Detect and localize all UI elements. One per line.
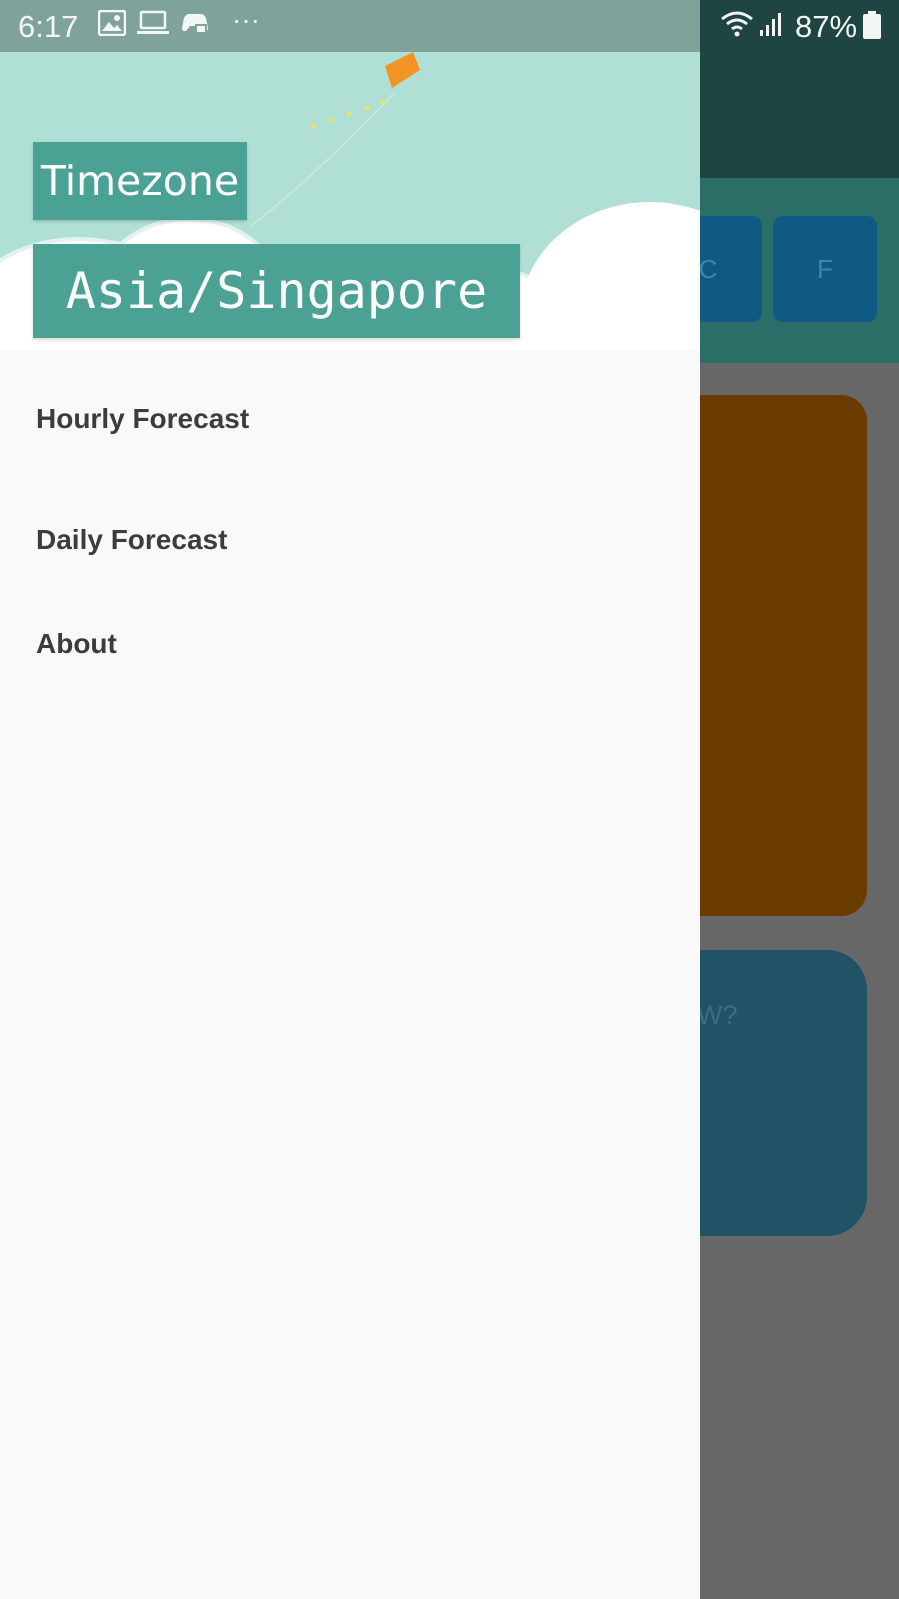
kite-icon bbox=[385, 52, 420, 88]
drawer-menu: Hourly Forecast Daily Forecast About bbox=[0, 350, 700, 696]
menu-item-about[interactable]: About bbox=[0, 592, 700, 696]
fahrenheit-button[interactable]: F bbox=[773, 216, 877, 322]
signal-icon bbox=[758, 10, 784, 46]
more-dots-icon: ··· bbox=[232, 4, 260, 35]
image-icon bbox=[97, 9, 127, 44]
game-controller-icon bbox=[180, 10, 210, 44]
battery-percentage: 87% bbox=[795, 9, 858, 44]
background-card-text: W? bbox=[697, 1000, 738, 1030]
laptop-icon bbox=[137, 10, 169, 44]
timezone-value: Asia/Singapore bbox=[65, 262, 488, 320]
timezone-label-badge: Timezone bbox=[33, 142, 247, 220]
timezone-value-badge: Asia/Singapore bbox=[33, 244, 520, 338]
status-bar: 6:17 ··· 87% bbox=[0, 0, 899, 52]
menu-item-hourly-forecast[interactable]: Hourly Forecast bbox=[0, 350, 700, 488]
drawer-header: Timezone Asia/Singapore bbox=[0, 52, 700, 350]
timezone-label: Timezone bbox=[40, 157, 240, 205]
wifi-icon bbox=[720, 10, 754, 46]
menu-item-daily-forecast[interactable]: Daily Forecast bbox=[0, 488, 700, 592]
battery-icon bbox=[863, 11, 881, 47]
navigation-drawer: Timezone Asia/Singapore Hourly Forecast … bbox=[0, 52, 700, 1599]
status-time: 6:17 bbox=[18, 9, 79, 44]
